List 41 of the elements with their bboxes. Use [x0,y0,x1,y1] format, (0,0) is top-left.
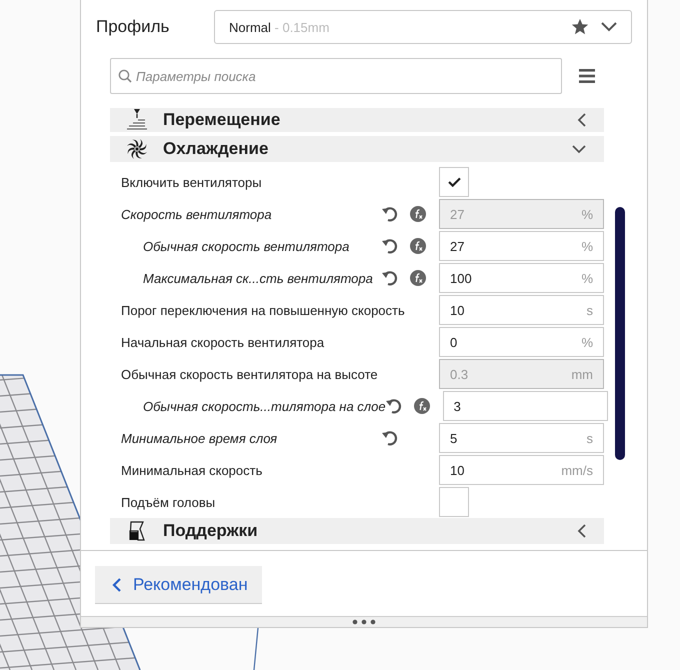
setting-field[interactable]: 10 mm/s [439,455,604,485]
fan-icon [126,138,148,160]
chevron-down-icon[interactable] [601,22,617,32]
setting-label: Подъём головы [120,494,216,510]
setting-label: Обычная скорость...тилятора на слое [142,398,386,414]
setting-field[interactable]: 0 % [439,327,604,357]
setting-field[interactable]: 10 s [439,295,604,325]
setting-label: Минимальная скорость [120,462,264,478]
setting-label: Максимальная ск...сть вентилятора [142,270,374,286]
dots-icon [352,619,376,625]
chevron-left-icon [112,578,121,592]
checkbox[interactable] [439,487,469,517]
resize-handle[interactable] [81,616,647,627]
reset-icon[interactable] [382,430,398,446]
category-header[interactable]: Поддержки [110,518,604,544]
setting-label: Обычная скорость вентилятора [142,238,350,254]
nozzle-icon [124,109,148,131]
axis-line [253,628,259,670]
category-header[interactable]: Охлаждение [110,136,604,162]
chevron-down-icon [572,144,586,154]
checkmark-icon [448,177,460,187]
search-field[interactable]: Параметры поиска [110,58,562,94]
profile-dropdown[interactable]: Normal - 0.15mm [214,10,632,44]
setting-label: Скорость вентилятора [120,206,273,222]
menu-icon[interactable] [579,69,595,83]
chevron-left-icon [577,524,586,538]
checkbox[interactable] [439,167,469,197]
support-icon [128,521,146,541]
setting-label: Минимальное время слоя [120,430,278,446]
setting-label: Порог переключения на повышенную скорость [120,302,406,318]
setting-field[interactable]: 5 s [439,423,604,453]
scrollbar[interactable] [615,207,625,460]
chevron-left-icon [577,113,586,127]
search-icon [118,69,132,83]
profile-label: Профиль [96,17,170,37]
recommended-button[interactable]: Рекомендован [95,566,262,604]
star-icon[interactable] [571,18,589,36]
setting-label: Включить вентиляторы [120,174,263,190]
setting-label: Начальная скорость вентилятора [120,334,326,350]
setting-label: Обычная скорость вентилятора на высоте [120,366,379,382]
category-header[interactable]: Перемещение [110,108,604,132]
